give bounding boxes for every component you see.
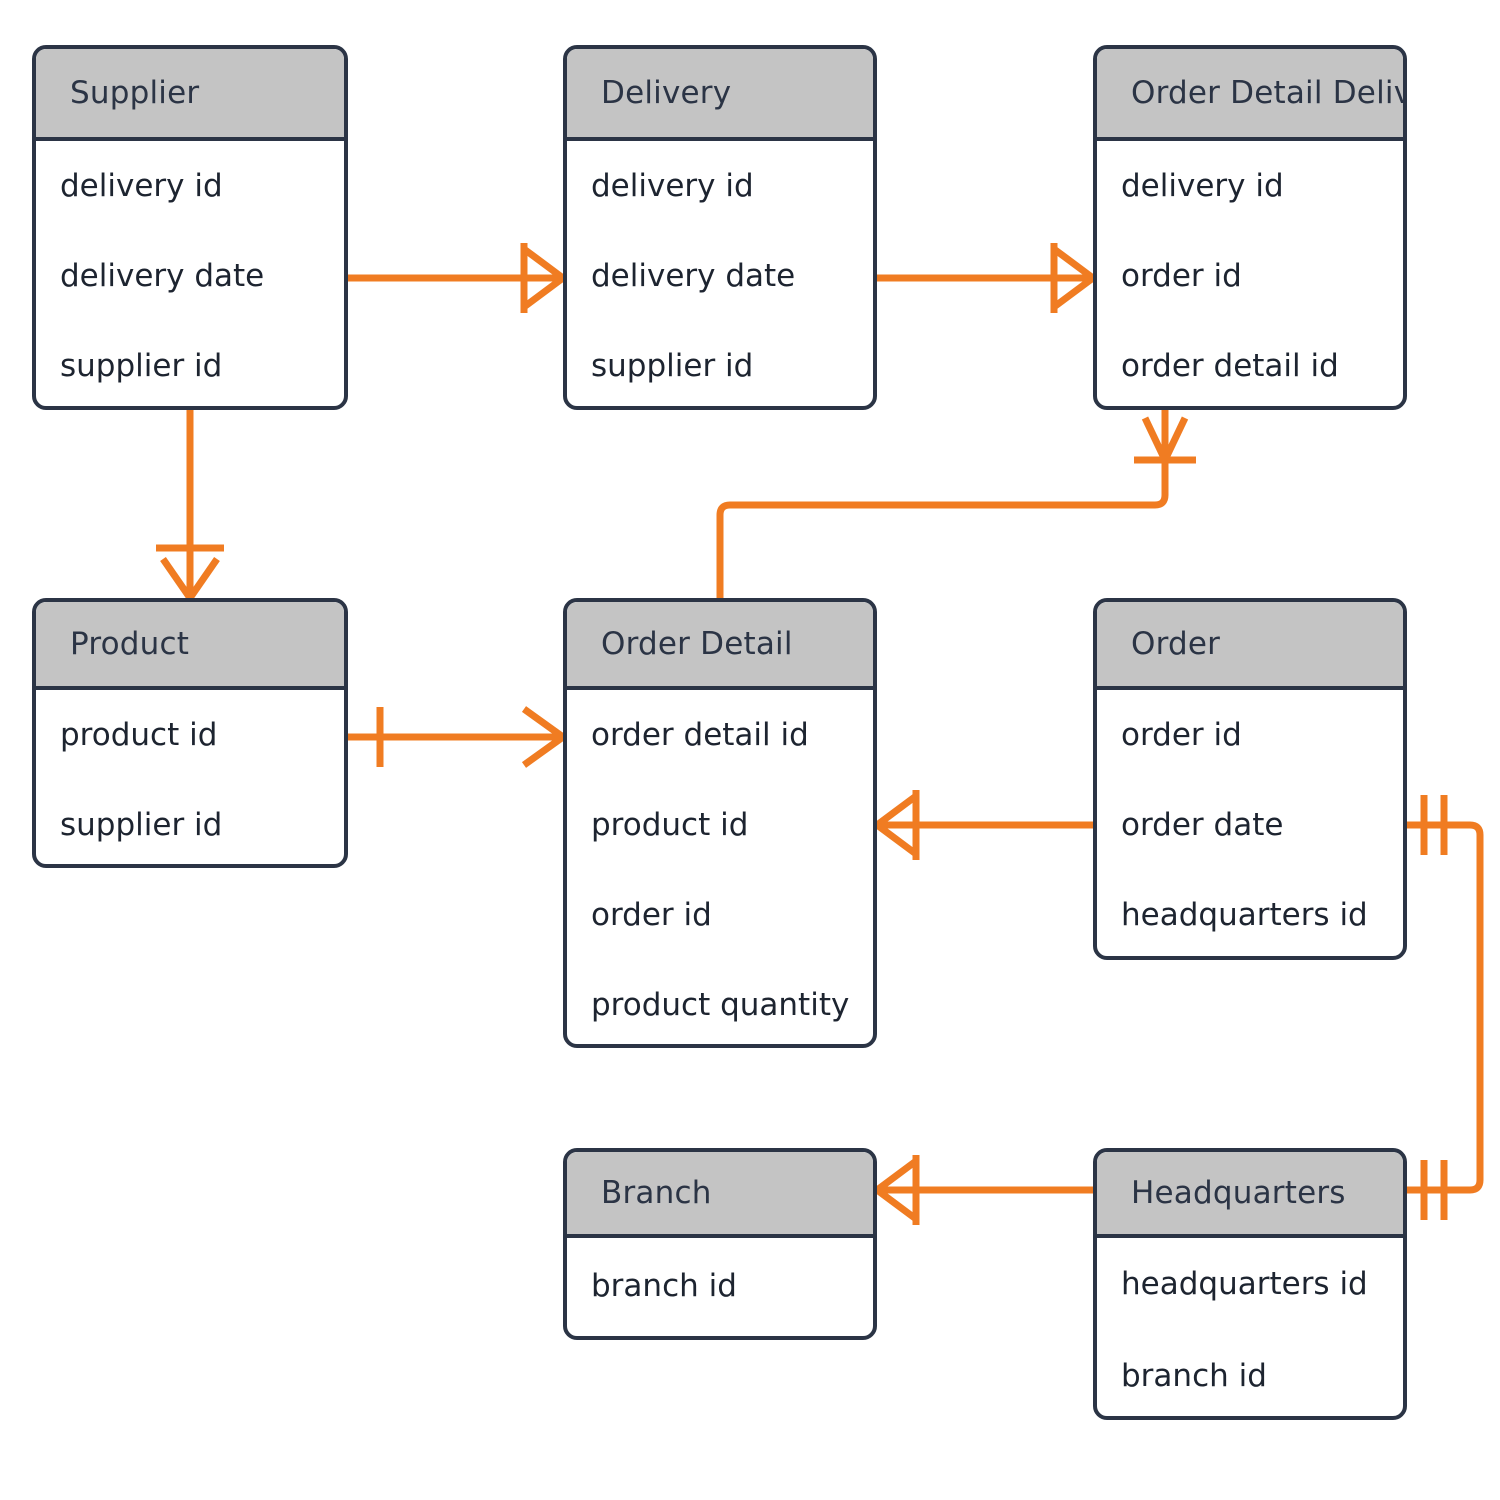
connector-supplier-delivery (348, 243, 566, 313)
entity-header-supplier: Supplier (36, 49, 344, 141)
attribute-list-product: product id supplier id (36, 690, 344, 864)
attribute-row: product id (591, 807, 749, 843)
connector-delivery-order-detail-delivery (877, 243, 1096, 313)
entity-title-order-detail-delivery: Order Detail Delivery (1131, 75, 1403, 111)
entity-title-order-detail: Order Detail (601, 626, 793, 662)
connector-branch-headquarters (874, 1155, 1093, 1225)
connector-order-detail-order (874, 790, 1093, 860)
attribute-row: delivery id (591, 168, 754, 204)
attribute-list-supplier: delivery id delivery date supplier id (36, 141, 344, 406)
attribute-list-order-detail-delivery: delivery id order id order detail id (1097, 141, 1403, 406)
attribute-row: delivery id (60, 168, 223, 204)
entity-header-order-detail: Order Detail (567, 602, 873, 690)
attribute-row: branch id (591, 1267, 737, 1304)
entity-header-product: Product (36, 602, 344, 690)
attribute-row: order detail id (591, 717, 809, 753)
entity-header-branch: Branch (567, 1152, 873, 1238)
attribute-row: product quantity (591, 987, 850, 1023)
entity-order-detail-delivery[interactable]: Order Detail Delivery delivery id order … (1093, 45, 1407, 410)
attribute-list-branch: branch id (567, 1238, 873, 1333)
attribute-row: branch id (1121, 1358, 1267, 1394)
connector-product-order-detail (348, 706, 566, 768)
attribute-row: headquarters id (1121, 897, 1368, 933)
attribute-row: delivery id (1121, 168, 1284, 204)
attribute-row: order id (1121, 258, 1242, 294)
entity-header-headquarters: Headquarters (1097, 1152, 1403, 1238)
entity-headquarters[interactable]: Headquarters headquarters id branch id (1093, 1148, 1407, 1420)
attribute-row: delivery date (60, 258, 265, 294)
attribute-row: product id (60, 717, 218, 753)
entity-title-supplier: Supplier (70, 75, 200, 111)
connector-order-headquarters (1407, 795, 1484, 1220)
connector-supplier-product (156, 410, 224, 600)
connector-order-detail-delivery-order-detail (716, 410, 1196, 598)
entity-order-detail[interactable]: Order Detail order detail id product id … (563, 598, 877, 1048)
entity-title-order: Order (1131, 626, 1221, 662)
entity-header-order: Order (1097, 602, 1403, 690)
entity-header-delivery: Delivery (567, 49, 873, 141)
attribute-row: supplier id (60, 807, 223, 843)
attribute-row: order date (1121, 807, 1284, 843)
entity-title-headquarters: Headquarters (1131, 1175, 1346, 1211)
entity-title-branch: Branch (601, 1175, 712, 1211)
entity-header-order-detail-delivery: Order Detail Delivery (1097, 49, 1403, 141)
attribute-list-headquarters: headquarters id branch id (1097, 1238, 1403, 1416)
entity-title-product: Product (70, 626, 190, 662)
attribute-row: headquarters id (1121, 1266, 1368, 1302)
attribute-list-delivery: delivery id delivery date supplier id (567, 141, 873, 406)
entity-title-delivery: Delivery (601, 75, 732, 111)
attribute-list-order-detail: order detail id product id order id prod… (567, 690, 873, 1044)
attribute-row: supplier id (591, 348, 754, 384)
attribute-row: supplier id (60, 348, 223, 384)
attribute-row: delivery date (591, 258, 796, 294)
entity-product[interactable]: Product product id supplier id (32, 598, 348, 868)
attribute-row: order detail id (1121, 348, 1339, 384)
attribute-row: order id (1121, 717, 1242, 753)
entity-delivery[interactable]: Delivery delivery id delivery date suppl… (563, 45, 877, 410)
er-diagram-canvas: Supplier delivery id delivery date suppl… (0, 0, 1500, 1500)
entity-supplier[interactable]: Supplier delivery id delivery date suppl… (32, 45, 348, 410)
attribute-row: order id (591, 897, 712, 933)
entity-order[interactable]: Order order id order date headquarters i… (1093, 598, 1407, 960)
entity-branch[interactable]: Branch branch id (563, 1148, 877, 1340)
attribute-list-order: order id order date headquarters id (1097, 690, 1403, 956)
